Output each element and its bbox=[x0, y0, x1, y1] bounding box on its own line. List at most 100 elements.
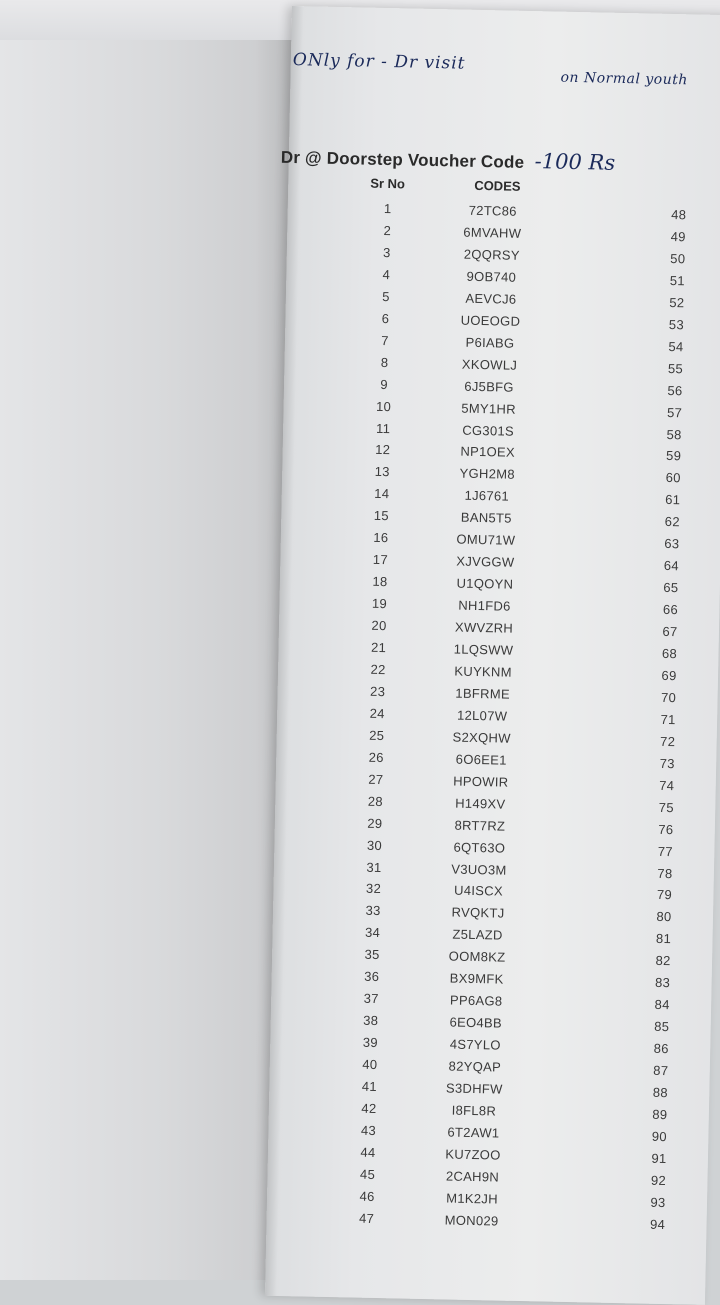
right-column-number: 66 bbox=[662, 601, 679, 618]
sr-no-cell: 15 bbox=[373, 508, 390, 524]
sr-no-cell: 27 bbox=[368, 771, 384, 787]
right-column-number: 79 bbox=[656, 887, 673, 903]
voucher-code-cell: 6T2AW1 bbox=[447, 1124, 500, 1141]
voucher-sheet: ONly for - Dr visit on Normal youth Dr @… bbox=[264, 6, 720, 1305]
voucher-code-cell: 6MVAHW bbox=[463, 224, 522, 241]
sr-no-cell: 10 bbox=[375, 398, 392, 414]
right-column-number: 57 bbox=[666, 404, 683, 420]
right-column-number: 62 bbox=[664, 514, 680, 530]
voucher-code-cell: H149XV bbox=[455, 795, 506, 812]
sr-no-cell: 23 bbox=[369, 683, 386, 699]
header-codes: CODES bbox=[474, 177, 521, 194]
voucher-code-cell: MON029 bbox=[444, 1212, 499, 1229]
right-column-number: 75 bbox=[658, 799, 674, 815]
sr-no-cell: 33 bbox=[365, 903, 381, 919]
sr-no-cell: 4 bbox=[382, 266, 391, 282]
right-column-number: 82 bbox=[655, 953, 671, 969]
voucher-code-cell: AEVCJ6 bbox=[465, 290, 517, 307]
right-column-number: 64 bbox=[663, 558, 680, 574]
right-column-number: 48 bbox=[671, 206, 687, 223]
voucher-code-cell: 6EO4BB bbox=[449, 1014, 503, 1031]
right-column-number: 54 bbox=[668, 338, 684, 354]
voucher-code-cell: 6J5BFG bbox=[464, 378, 514, 395]
voucher-code-cell: XKOWLJ bbox=[461, 356, 518, 373]
handwritten-note-line1: ONly for - Dr visit bbox=[292, 50, 466, 74]
voucher-code-cell: U1QOYN bbox=[456, 575, 514, 592]
right-column-number: 81 bbox=[655, 931, 672, 947]
right-column-number: 73 bbox=[659, 755, 675, 771]
right-column-number: 84 bbox=[654, 997, 670, 1013]
sr-no-cell: 24 bbox=[369, 705, 385, 721]
right-column-number: 83 bbox=[654, 975, 671, 991]
voucher-code-cell: 72TC86 bbox=[468, 202, 517, 219]
voucher-code-cell: PP6AG8 bbox=[449, 992, 503, 1009]
right-column-number: 50 bbox=[670, 250, 686, 267]
voucher-code-cell: NP1OEX bbox=[460, 444, 516, 461]
sr-no-cell: 34 bbox=[364, 925, 381, 941]
sr-no-cell: 11 bbox=[375, 420, 391, 436]
sr-no-cell: 6 bbox=[381, 310, 390, 326]
sr-no-cell: 18 bbox=[372, 573, 388, 590]
right-column-number: 58 bbox=[666, 426, 682, 442]
right-column-number: 59 bbox=[665, 448, 682, 464]
sr-no-cell: 2 bbox=[383, 222, 392, 239]
voucher-code-cell: NH1FD6 bbox=[458, 597, 511, 614]
right-column-number: 68 bbox=[661, 645, 678, 662]
voucher-code-cell: HPOWIR bbox=[453, 773, 509, 790]
sr-no-cell: 38 bbox=[363, 1012, 379, 1029]
voucher-code-cell: 1LQSWW bbox=[453, 641, 514, 658]
sr-no-cell: 37 bbox=[363, 990, 379, 1007]
sr-no-cell: 26 bbox=[368, 749, 384, 765]
right-column-number: 63 bbox=[664, 536, 680, 552]
sr-no-cell: 30 bbox=[366, 837, 383, 853]
sr-no-cell: 17 bbox=[372, 552, 389, 568]
document-title: Dr @ Doorstep Voucher Code bbox=[280, 147, 525, 172]
sr-no-cell: 42 bbox=[361, 1100, 377, 1116]
sr-no-cell: 14 bbox=[374, 486, 390, 502]
sr-no-cell: 43 bbox=[360, 1122, 377, 1138]
voucher-code-cell: BAN5T5 bbox=[460, 509, 512, 527]
voucher-code-cell: YGH2M8 bbox=[459, 466, 516, 483]
sr-no-cell: 47 bbox=[358, 1210, 375, 1226]
sr-no-cell: 9 bbox=[380, 376, 389, 392]
voucher-code-cell: OMU71W bbox=[456, 531, 516, 549]
right-column-number: 69 bbox=[661, 667, 677, 684]
right-column-number: 53 bbox=[668, 316, 685, 333]
voucher-code-cell: OOM8KZ bbox=[448, 948, 506, 965]
voucher-code-cell: 8RT7RZ bbox=[454, 817, 506, 834]
sr-no-cell: 32 bbox=[365, 881, 382, 897]
voucher-code-cell: XJVGGW bbox=[456, 553, 515, 570]
voucher-code-cell: 4S7YLO bbox=[449, 1036, 501, 1053]
right-column-number: 87 bbox=[653, 1062, 669, 1079]
handwritten-note-line2: on Normal youth bbox=[560, 69, 689, 89]
right-column-number: 49 bbox=[670, 228, 686, 245]
voucher-code-cell: 1J6761 bbox=[464, 488, 510, 504]
voucher-code-cell: 82YQAP bbox=[448, 1058, 502, 1075]
right-column-number: 77 bbox=[657, 843, 674, 859]
voucher-code-cell: S3DHFW bbox=[445, 1080, 503, 1097]
sr-no-cell: 29 bbox=[367, 815, 383, 831]
voucher-code-cell: KUYKNM bbox=[454, 663, 512, 680]
sr-no-cell: 13 bbox=[374, 464, 390, 480]
right-column-number: 60 bbox=[665, 470, 681, 486]
right-column-number: 92 bbox=[650, 1172, 667, 1188]
voucher-code-cell: CG301S bbox=[462, 422, 515, 439]
sr-no-cell: 7 bbox=[381, 332, 389, 348]
voucher-code-cell: I8FL8R bbox=[451, 1102, 497, 1119]
right-column-number: 90 bbox=[651, 1128, 668, 1144]
right-column-number: 80 bbox=[656, 909, 672, 925]
right-column-number: 78 bbox=[657, 865, 673, 881]
sr-no-cell: 5 bbox=[382, 288, 390, 304]
sr-no-cell: 1 bbox=[383, 200, 392, 217]
right-column-number: 52 bbox=[669, 294, 685, 311]
right-column-number: 93 bbox=[650, 1194, 666, 1210]
sr-no-cell: 36 bbox=[364, 968, 380, 985]
voucher-code-cell: 6O6EE1 bbox=[455, 751, 507, 768]
right-column-number: 51 bbox=[669, 272, 686, 289]
voucher-code-cell: 12L07W bbox=[456, 707, 508, 724]
right-column-number: 89 bbox=[652, 1106, 668, 1123]
voucher-code-cell: UOEOGD bbox=[460, 312, 521, 329]
voucher-code-cell: U4ISCX bbox=[453, 883, 504, 900]
sr-no-cell: 31 bbox=[366, 859, 382, 875]
voucher-code-cell: 2QQRSY bbox=[463, 246, 520, 263]
